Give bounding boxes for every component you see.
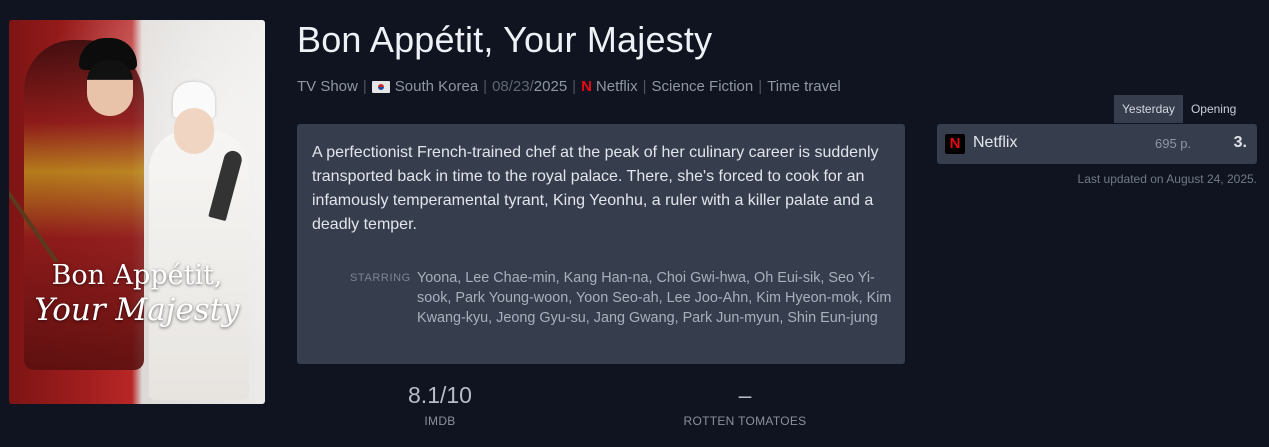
rotten-tomatoes-rating[interactable]: – ROTTEN TOMATOES xyxy=(680,382,810,428)
ranking-position: 3. xyxy=(1233,134,1247,151)
meta-separator: | xyxy=(758,78,763,95)
poster-king-head xyxy=(87,60,133,116)
tab-yesterday[interactable]: Yesterday xyxy=(1114,95,1183,123)
page-title: Bon Appétit, Your Majesty xyxy=(297,19,713,60)
meta-type[interactable]: TV Show xyxy=(297,78,358,95)
rt-rating-label: ROTTEN TOMATOES xyxy=(683,414,807,428)
imdb-rating-value: 8.1/10 xyxy=(408,382,472,408)
meta-separator: | xyxy=(362,78,367,95)
description-card: A perfectionist French-trained chef at t… xyxy=(297,124,905,364)
meta-separator: | xyxy=(483,78,488,95)
synopsis: A perfectionist French-trained chef at t… xyxy=(312,144,879,233)
south-korea-flag-icon xyxy=(371,80,390,93)
ranking-points: 695 p. xyxy=(1155,136,1192,151)
meta-date-year[interactable]: 2025 xyxy=(534,78,567,95)
meta-line: TV Show | South Korea | 08/23/2025 | N N… xyxy=(297,78,841,95)
meta-country[interactable]: South Korea xyxy=(395,78,478,95)
poster-chef-head xyxy=(174,108,214,154)
imdb-rating-label: IMDB xyxy=(424,414,456,428)
cast-list: Yoona, Lee Chae-min, Kang Han-na, Choi G… xyxy=(417,270,892,326)
ranking-row-netflix[interactable]: N Netflix 695 p. 3. xyxy=(937,124,1257,164)
meta-subgenre[interactable]: Time travel xyxy=(767,78,841,95)
poster-image[interactable]: Bon Appétit, Your Majesty xyxy=(9,20,265,404)
rt-rating-value: – xyxy=(738,382,752,408)
last-updated: Last updated on August 24, 2025. xyxy=(1077,172,1257,186)
imdb-rating[interactable]: 8.1/10 IMDB xyxy=(400,382,480,428)
ranking-service-name: Netflix xyxy=(973,134,1018,151)
ranking-tabs: Yesterday Opening xyxy=(1114,95,1244,123)
meta-network[interactable]: Netflix xyxy=(596,78,638,95)
netflix-logo-icon: N xyxy=(945,134,965,154)
meta-genre[interactable]: Science Fiction xyxy=(652,78,754,95)
meta-separator: | xyxy=(572,78,577,95)
poster-title-line1: Bon Appétit, xyxy=(51,260,223,291)
starring-label: STARRING xyxy=(350,272,411,284)
meta-date-prefix: 08/23/ xyxy=(492,78,534,95)
netflix-logo-icon: N xyxy=(581,78,592,95)
title-detail-page: Bon Appétit, Your Majesty Bon Appétit, Y… xyxy=(0,0,1269,447)
meta-separator: | xyxy=(642,78,647,95)
poster-title-line2: Your Majesty xyxy=(34,292,240,328)
tab-opening[interactable]: Opening xyxy=(1183,95,1244,123)
